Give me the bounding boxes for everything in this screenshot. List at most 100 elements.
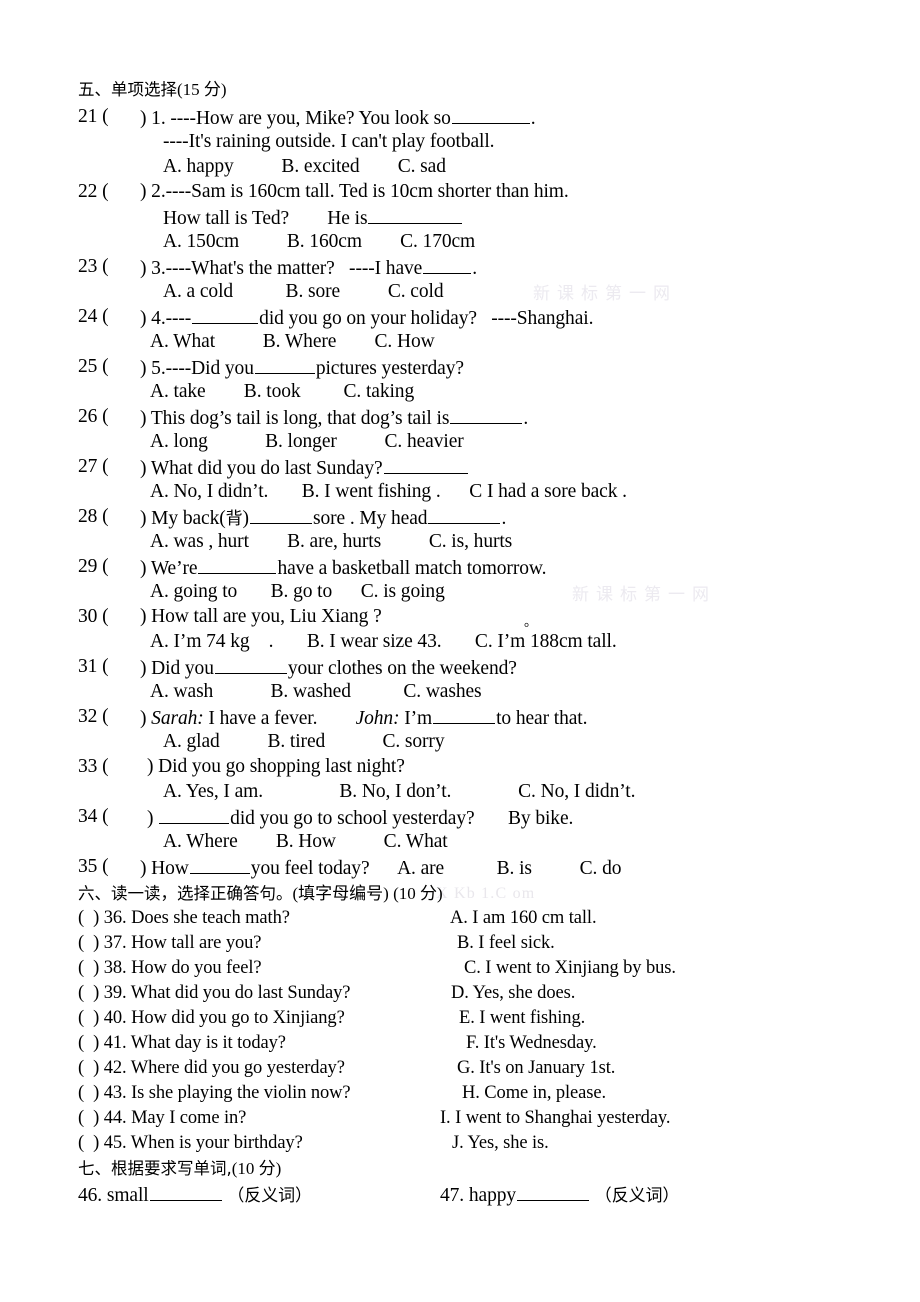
match-36-bracket[interactable]: ( ) <box>78 908 99 928</box>
question-31-options[interactable]: A. wash B. washed C. washes <box>150 682 482 702</box>
question-27-stem-pre: ) What did you do last Sunday? <box>140 457 383 479</box>
question-33-number: 33 ( <box>78 756 109 777</box>
question-26-blank[interactable] <box>450 407 523 424</box>
question-21-stem-tail: . <box>530 107 536 129</box>
watermark-xkb1com: X Kb 1.C om <box>436 885 536 902</box>
question-34-number: 34 ( <box>78 806 109 827</box>
question-21-stem-text: ) 1. ----How are you, Mike? You look so <box>140 107 451 129</box>
list-item[interactable]: ( ) 38. How do you feel? <box>78 958 262 979</box>
match-39-number: 39. <box>103 983 127 1003</box>
question-29-options[interactable]: A. going to B. go to C. is going <box>150 582 445 602</box>
question-22-options[interactable]: A. 150cm B. 160cm C. 170cm <box>163 232 475 252</box>
question-35-stem-pre: ) How <box>140 857 189 879</box>
question-29-number: 29 ( <box>78 556 109 577</box>
question-27-number: 27 ( <box>78 456 109 477</box>
question-31-blank[interactable] <box>214 657 287 674</box>
list-item[interactable]: ( ) 45. When is your birthday? <box>78 1133 303 1154</box>
section-7-points: (10 分) <box>231 1159 282 1178</box>
answer-option-j: J. Yes, she is. <box>452 1133 549 1153</box>
question-28-stem-post: sore . My head <box>312 507 428 529</box>
question-34-blank[interactable] <box>159 807 230 824</box>
section-5-heading-text: 五、单项选择 <box>78 80 177 99</box>
question-27-blank[interactable] <box>383 457 468 474</box>
question-29-stem-post: have a basketball match tomorrow. <box>277 557 547 579</box>
question-32-stem-post: to hear that. <box>496 707 588 729</box>
question-32-blank[interactable] <box>433 707 496 724</box>
match-45-bracket[interactable]: ( ) <box>78 1133 99 1153</box>
match-39-text: What did you do last Sunday? <box>130 983 351 1003</box>
question-25-number: 25 ( <box>78 356 109 377</box>
match-37-bracket[interactable]: ( ) <box>78 933 99 953</box>
question-34-options[interactable]: A. Where B. How C. What <box>163 832 448 852</box>
section-6-points-value: (10 分) <box>393 884 443 903</box>
question-22-blank[interactable] <box>368 207 463 224</box>
question-23-blank[interactable] <box>423 257 472 274</box>
word-item-46-word: small <box>106 1184 149 1206</box>
question-24-stem: ) 4.---- did you go on your holiday? ----… <box>140 307 594 329</box>
match-36-text: Does she teach math? <box>131 908 290 928</box>
question-33-options[interactable]: A. Yes, I am. B. No, I don’t. C. No, I d… <box>163 782 635 802</box>
question-21-blank[interactable] <box>451 107 530 124</box>
question-27-options[interactable]: A. No, I didn’t. B. I went fishing . C I… <box>150 482 627 502</box>
question-25-blank[interactable] <box>254 357 315 374</box>
match-38-bracket[interactable]: ( ) <box>78 958 99 978</box>
word-item-46-blank[interactable] <box>149 1184 222 1201</box>
question-21-number: 21 ( <box>78 106 109 127</box>
list-item[interactable]: ( ) 37. How tall are you? <box>78 933 261 954</box>
question-26-stem-tail: . <box>523 407 529 429</box>
question-22-stem: ) 2.----Sam is 160cm tall. Ted is 10cm s… <box>140 181 569 202</box>
question-24-stem-post: did you go on your holiday? ----Shanghai… <box>259 307 594 329</box>
list-item[interactable]: ( ) 36. Does she teach math? <box>78 908 290 929</box>
match-42-bracket[interactable]: ( ) <box>78 1058 99 1078</box>
question-35-stem-post[interactable]: you feel today? A. are B. is C. do <box>251 858 622 879</box>
match-44-bracket[interactable]: ( ) <box>78 1108 99 1128</box>
match-38-text: How do you feel? <box>131 958 262 978</box>
match-39-bracket[interactable]: ( ) <box>78 983 99 1003</box>
question-28-blank-2[interactable] <box>428 507 501 524</box>
question-29-stem-pre: ) We’re <box>140 557 198 579</box>
list-item[interactable]: ( ) 41. What day is it today? <box>78 1033 286 1054</box>
question-26-options[interactable]: A. long B. longer C. heavier <box>150 432 464 452</box>
question-28-blank-1[interactable] <box>249 507 312 524</box>
question-29-blank[interactable] <box>198 557 277 574</box>
question-30-stem: ) How tall are you, Liu Xiang ? <box>140 606 382 627</box>
watermark-xinkebiao-1: 新课标第一网 <box>533 284 677 304</box>
match-43-bracket[interactable]: ( ) <box>78 1083 99 1103</box>
word-item-47: 47. happy （反义词） <box>440 1184 679 1206</box>
question-24-options[interactable]: A. What B. Where C. How <box>150 332 435 352</box>
question-28-options[interactable]: A. was , hurt B. are, hurts C. is, hurts <box>150 532 512 552</box>
question-25-options[interactable]: A. take B. took C. taking <box>150 382 414 402</box>
match-38-number: 38. <box>103 958 127 978</box>
section-7-heading: 七、根据要求写单词,(10 分) <box>78 1159 281 1179</box>
question-30-options[interactable]: A. I’m 74 kg . B. I wear size 43. C. I’m… <box>150 632 617 652</box>
section-6-heading-note: (填字母编号) <box>292 884 389 903</box>
question-22-stem-line2-text: How tall is Ted? He is <box>163 207 368 229</box>
exam-paper-page: 新课标第一网 新课标第一网 X Kb 1.C om 五、单项选择(15 分) 2… <box>0 0 920 1302</box>
question-32-options[interactable]: A. glad B. tired C. sorry <box>163 732 445 752</box>
list-item[interactable]: ( ) 42. Where did you go yesterday? <box>78 1058 345 1079</box>
word-item-47-blank[interactable] <box>517 1184 590 1201</box>
question-23-options[interactable]: A. a cold B. sore C. cold <box>163 282 444 302</box>
list-item[interactable]: ( ) 43. Is she playing the violin now? <box>78 1083 351 1104</box>
word-item-47-number: 47. <box>440 1184 465 1206</box>
match-40-bracket[interactable]: ( ) <box>78 1008 99 1028</box>
list-item[interactable]: ( ) 39. What did you do last Sunday? <box>78 983 351 1004</box>
word-item-47-word: happy <box>468 1184 517 1206</box>
word-item-46: 46. small （反义词） <box>78 1184 312 1206</box>
question-27-stem: ) What did you do last Sunday? <box>140 457 469 478</box>
match-41-bracket[interactable]: ( ) <box>78 1033 99 1053</box>
question-24-blank[interactable] <box>192 307 259 324</box>
list-item[interactable]: ( ) 44. May I come in? <box>78 1108 246 1129</box>
match-45-number: 45. <box>103 1133 127 1153</box>
question-23-stem: ) 3.----What's the matter? ----I have. <box>140 257 477 279</box>
question-35-blank[interactable] <box>189 857 250 874</box>
question-30-number: 30 ( <box>78 606 109 627</box>
question-21-options[interactable]: A. happy B. excited C. sad <box>163 157 446 177</box>
question-25-stem: ) 5.----Did you pictures yesterday? <box>140 357 464 379</box>
question-34-stem-post: did you go to school yesterday? By bike. <box>230 807 574 829</box>
question-35-number: 35 ( <box>78 856 109 877</box>
question-28-stem: ) My back(背) sore . My head. <box>140 507 506 529</box>
question-31-stem-post: your clothes on the weekend? <box>287 657 517 679</box>
question-28-stem-mid: ) <box>242 507 250 529</box>
list-item[interactable]: ( ) 40. How did you go to Xinjiang? <box>78 1008 345 1029</box>
